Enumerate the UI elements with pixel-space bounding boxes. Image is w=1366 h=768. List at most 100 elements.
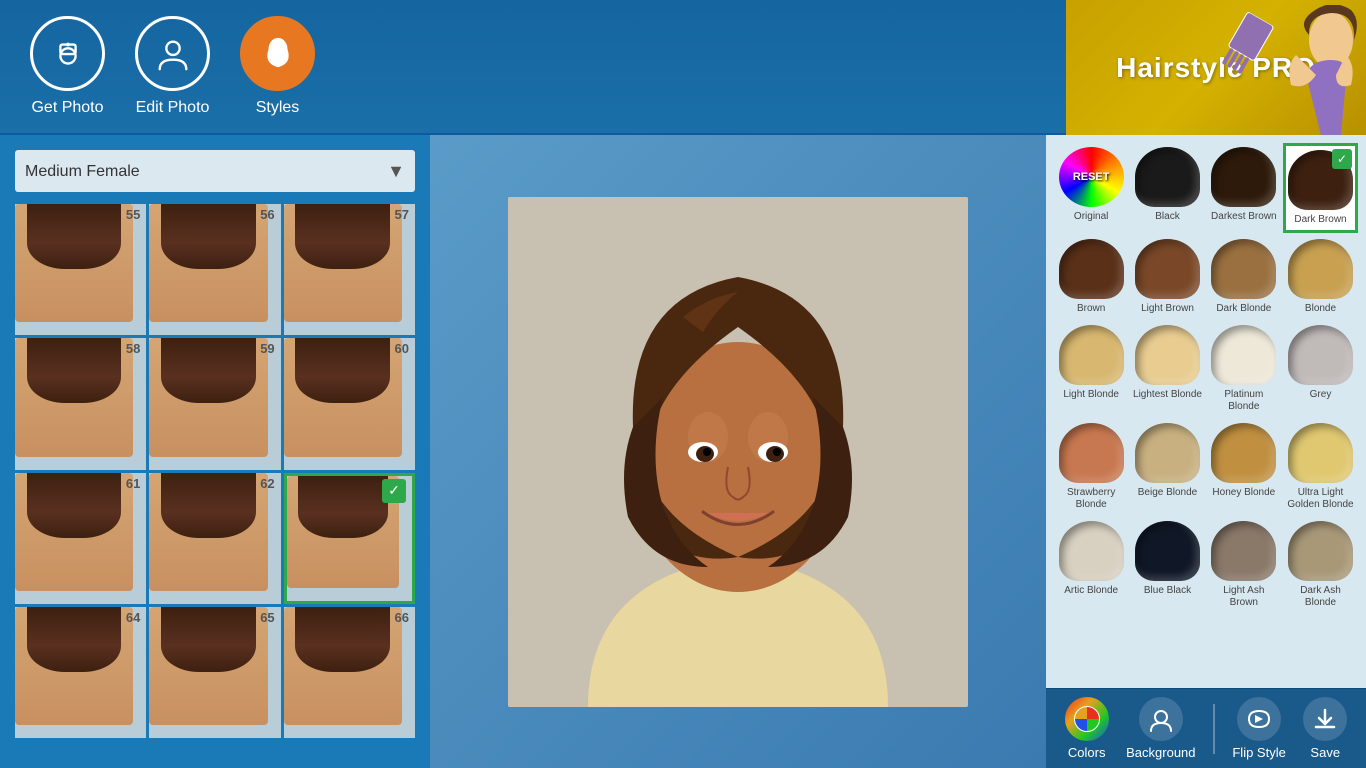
color-item-ultra-light-golden-blonde[interactable]: Ultra Light Golden Blonde: [1283, 419, 1358, 515]
color-label-original: Original: [1074, 211, 1108, 223]
color-item-black[interactable]: Black: [1130, 143, 1204, 233]
color-label-ultra-light-golden-blonde: Ultra Light Golden Blonde: [1285, 487, 1356, 511]
style-number: 66: [395, 610, 409, 625]
color-item-darkest-brown[interactable]: Darkest Brown: [1207, 143, 1281, 233]
color-item-beige-blonde[interactable]: Beige Blonde: [1130, 419, 1204, 515]
style-number: 60: [395, 341, 409, 356]
logo-area: Hairstyle PRO: [1066, 0, 1366, 135]
get-photo-label: Get Photo: [31, 99, 103, 117]
style-number: 59: [260, 341, 274, 356]
color-swatch-light-ash-brown: [1211, 521, 1276, 581]
color-item-platinum-blonde[interactable]: Platinum Blonde: [1207, 321, 1281, 417]
style-item-66[interactable]: 66: [284, 607, 415, 738]
color-label-artic-blonde: Artic Blonde: [1064, 585, 1118, 597]
color-swatch-light-blonde: [1059, 325, 1124, 385]
main-area: Medium Female ▼ 55 56 57 58 59 60 61 62 …: [0, 135, 1366, 768]
color-item-blue-black[interactable]: Blue Black: [1130, 517, 1204, 613]
color-item-lightest-blonde[interactable]: Lightest Blonde: [1130, 321, 1204, 417]
color-label-dark-brown: Dark Brown: [1294, 214, 1346, 226]
style-item-64[interactable]: 64: [15, 607, 146, 738]
color-item-light-brown[interactable]: Light Brown: [1130, 235, 1204, 319]
style-number: 57: [395, 207, 409, 222]
color-label-darkest-brown: Darkest Brown: [1211, 211, 1277, 223]
style-item-58[interactable]: 58: [15, 338, 146, 469]
style-item-60[interactable]: 60: [284, 338, 415, 469]
logo-woman-icon: [1256, 5, 1366, 135]
style-number: 56: [260, 207, 274, 222]
color-swatch-dark-blonde: [1211, 239, 1276, 299]
center-panel: [430, 135, 1046, 768]
style-item-55[interactable]: 55: [15, 204, 146, 335]
save-icon: [1303, 697, 1347, 741]
color-swatch-ultra-light-golden-blonde: [1288, 423, 1353, 483]
color-item-light-blonde[interactable]: Light Blonde: [1054, 321, 1128, 417]
color-item-grey[interactable]: Grey: [1283, 321, 1358, 417]
style-number: 65: [260, 610, 274, 625]
color-item-original[interactable]: RESET Original: [1054, 143, 1128, 233]
style-item-62[interactable]: 62: [149, 473, 280, 604]
style-item-59[interactable]: 59: [149, 338, 280, 469]
style-item-56[interactable]: 56: [149, 204, 280, 335]
color-label-platinum-blonde: Platinum Blonde: [1209, 389, 1279, 413]
get-photo-button[interactable]: Get Photo: [30, 16, 105, 117]
preview-image: [508, 197, 968, 707]
color-label-dark-ash-blonde: Dark Ash Blonde: [1285, 585, 1356, 609]
selected-checkmark: ✓: [1332, 149, 1352, 169]
color-grid: RESET Original Black Darkest Brown Dark …: [1054, 143, 1358, 613]
colors-button[interactable]: Colors: [1065, 697, 1109, 760]
right-panel: RESET Original Black Darkest Brown Dark …: [1046, 135, 1366, 768]
checkmark-icon: ✓: [382, 479, 406, 503]
color-label-lightest-blonde: Lightest Blonde: [1133, 389, 1202, 401]
color-item-dark-ash-blonde[interactable]: Dark Ash Blonde: [1283, 517, 1358, 613]
style-item-65[interactable]: 65: [149, 607, 280, 738]
color-label-grey: Grey: [1310, 389, 1332, 401]
style-item-57[interactable]: 57: [284, 204, 415, 335]
bottom-bar: Colors Background Flip Style Save: [1046, 688, 1366, 768]
reset-swatch: RESET: [1059, 147, 1124, 207]
style-item-63[interactable]: ✓: [284, 473, 415, 604]
color-item-dark-blonde[interactable]: Dark Blonde: [1207, 235, 1281, 319]
save-button[interactable]: Save: [1303, 697, 1347, 760]
dropdown-arrow-icon: ▼: [387, 161, 405, 182]
color-label-strawberry-blonde: Strawberry Blonde: [1056, 487, 1126, 511]
color-label-dark-blonde: Dark Blonde: [1216, 303, 1271, 315]
color-item-honey-blonde[interactable]: Honey Blonde: [1207, 419, 1281, 515]
style-number: 61: [126, 476, 140, 491]
style-item-61[interactable]: 61: [15, 473, 146, 604]
color-item-brown[interactable]: Brown: [1054, 235, 1128, 319]
color-label-brown: Brown: [1077, 303, 1105, 315]
edit-photo-button[interactable]: Edit Photo: [135, 16, 210, 117]
color-item-strawberry-blonde[interactable]: Strawberry Blonde: [1054, 419, 1128, 515]
style-dropdown[interactable]: Medium Female ▼: [15, 150, 415, 192]
divider: [1213, 704, 1215, 754]
color-swatch-blonde: [1288, 239, 1353, 299]
style-number: 64: [126, 610, 140, 625]
style-number: 58: [126, 341, 140, 356]
color-label-blue-black: Blue Black: [1144, 585, 1191, 597]
background-button[interactable]: Background: [1126, 697, 1195, 760]
background-label: Background: [1126, 745, 1195, 760]
color-swatch-beige-blonde: [1135, 423, 1200, 483]
color-label-light-brown: Light Brown: [1141, 303, 1194, 315]
left-panel: Medium Female ▼ 55 56 57 58 59 60 61 62 …: [0, 135, 430, 768]
flip-style-label: Flip Style: [1232, 745, 1285, 760]
color-swatch-light-brown: [1135, 239, 1200, 299]
color-item-blonde[interactable]: Blonde: [1283, 235, 1358, 319]
style-select[interactable]: Medium Female: [25, 163, 387, 180]
color-swatch-brown: [1059, 239, 1124, 299]
background-icon: [1139, 697, 1183, 741]
camera-icon: [30, 16, 105, 91]
flip-style-button[interactable]: Flip Style: [1232, 697, 1285, 760]
styles-button[interactable]: Styles: [240, 16, 315, 117]
color-swatch-darkest-brown: [1211, 147, 1276, 207]
edit-photo-label: Edit Photo: [136, 99, 210, 117]
color-label-beige-blonde: Beige Blonde: [1138, 487, 1198, 499]
style-grid: 55 56 57 58 59 60 61 62 ✓ 64 65 66: [15, 204, 415, 738]
color-item-light-ash-brown[interactable]: Light Ash Brown: [1207, 517, 1281, 613]
color-label-light-blonde: Light Blonde: [1063, 389, 1119, 401]
color-label-black: Black: [1155, 211, 1179, 223]
color-swatch-grey: [1288, 325, 1353, 385]
color-item-artic-blonde[interactable]: Artic Blonde: [1054, 517, 1128, 613]
color-swatch-dark-ash-blonde: [1288, 521, 1353, 581]
color-item-dark-brown[interactable]: Dark Brown ✓: [1283, 143, 1358, 233]
